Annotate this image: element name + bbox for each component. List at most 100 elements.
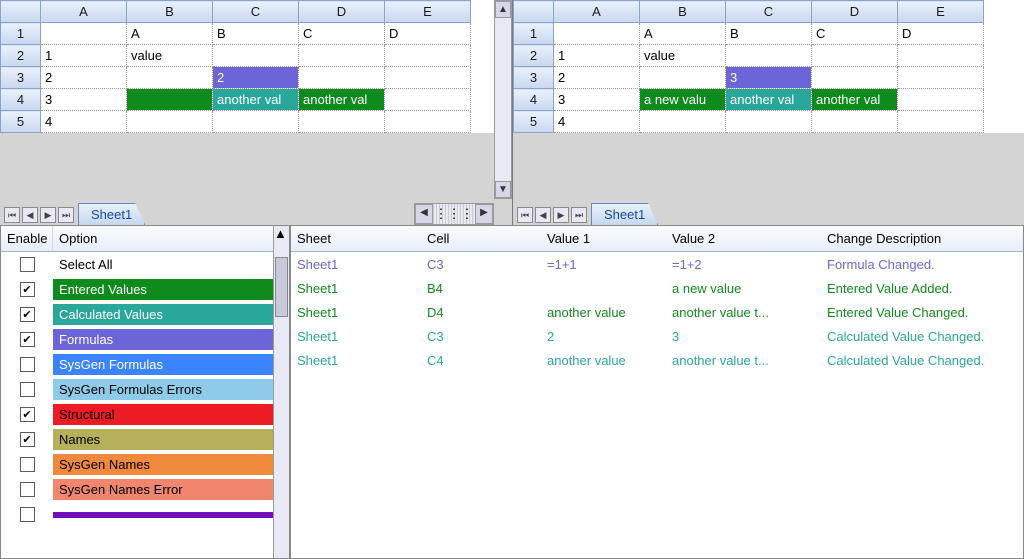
row-head[interactable]: 3 — [1, 67, 41, 89]
col-head-a[interactable]: A — [554, 1, 640, 23]
row-head[interactable]: 5 — [1, 111, 41, 133]
row-head[interactable]: 5 — [514, 111, 554, 133]
option-row[interactable]: SysGen Formulas — [1, 352, 289, 377]
cell[interactable]: A — [640, 23, 726, 45]
cell[interactable] — [726, 111, 812, 133]
cell[interactable] — [299, 111, 385, 133]
option-checkbox[interactable] — [20, 482, 35, 497]
scroll-left-icon[interactable]: ◀ — [415, 204, 433, 224]
cell[interactable] — [898, 67, 984, 89]
col-head-a[interactable]: A — [41, 1, 127, 23]
cell[interactable] — [127, 89, 213, 111]
cell[interactable] — [127, 67, 213, 89]
corner[interactable] — [1, 1, 41, 23]
left-grid[interactable]: A B C D E 1 A B C D 2 1 value — [0, 0, 512, 133]
cell[interactable]: 3 — [554, 89, 640, 111]
cell[interactable] — [898, 45, 984, 67]
option-checkbox[interactable] — [20, 457, 35, 472]
cell[interactable] — [554, 23, 640, 45]
cell[interactable]: B — [213, 23, 299, 45]
scroll-thumb[interactable] — [275, 257, 288, 317]
cell[interactable] — [213, 45, 299, 67]
option-checkbox[interactable]: ✔ — [20, 307, 35, 322]
cell[interactable]: value — [640, 45, 726, 67]
col-value1[interactable]: Value 1 — [541, 226, 666, 251]
sheet-tab[interactable]: Sheet1 — [591, 203, 658, 225]
cell[interactable]: another val — [213, 89, 299, 111]
cell[interactable] — [726, 45, 812, 67]
row-head[interactable]: 3 — [514, 67, 554, 89]
cell[interactable]: 4 — [554, 111, 640, 133]
scroll-right-icon[interactable]: ▶ — [475, 204, 493, 224]
change-row[interactable]: Sheet1B4a new valueEntered Value Added. — [291, 276, 1023, 300]
option-row[interactable]: Select All — [1, 252, 289, 277]
change-row[interactable]: Sheet1C4another valueanother value t...C… — [291, 348, 1023, 372]
row-head[interactable]: 2 — [1, 45, 41, 67]
change-row[interactable]: Sheet1D4another valueanother value t...E… — [291, 300, 1023, 324]
col-head-b[interactable]: B — [127, 1, 213, 23]
cell[interactable]: 3 — [726, 67, 812, 89]
cell[interactable]: A — [127, 23, 213, 45]
cell[interactable]: another val — [299, 89, 385, 111]
cell[interactable]: 2 — [41, 67, 127, 89]
option-checkbox[interactable]: ✔ — [20, 332, 35, 347]
first-sheet-button[interactable]: ⏮ — [4, 207, 20, 223]
cell[interactable]: 4 — [41, 111, 127, 133]
scroll-track[interactable]: ⋮⋮⋮ — [433, 204, 475, 224]
cell[interactable] — [812, 45, 898, 67]
cell[interactable]: C — [812, 23, 898, 45]
cell[interactable]: 1 — [554, 45, 640, 67]
option-row[interactable]: ✔Structural — [1, 402, 289, 427]
cell[interactable] — [640, 111, 726, 133]
change-row[interactable]: Sheet1C3=1+1=1+2Formula Changed. — [291, 252, 1023, 276]
option-row[interactable]: SysGen Names — [1, 452, 289, 477]
cell[interactable] — [385, 111, 471, 133]
prev-sheet-button[interactable]: ◀ — [22, 207, 38, 223]
row-head[interactable]: 1 — [1, 23, 41, 45]
cell[interactable]: 3 — [41, 89, 127, 111]
col-head-c[interactable]: C — [213, 1, 299, 23]
cell[interactable] — [898, 111, 984, 133]
row-head[interactable]: 2 — [514, 45, 554, 67]
last-sheet-button[interactable]: ⏭ — [58, 207, 74, 223]
cell[interactable] — [385, 67, 471, 89]
horizontal-scrollbar[interactable]: ◀ ⋮⋮⋮ ▶ — [414, 203, 494, 225]
row-head[interactable]: 1 — [514, 23, 554, 45]
scroll-up-icon[interactable]: ▲ — [495, 1, 511, 18]
cell[interactable] — [127, 111, 213, 133]
cell[interactable] — [299, 45, 385, 67]
last-sheet-button[interactable]: ⏭ — [571, 207, 587, 223]
option-row[interactable]: ✔Formulas — [1, 327, 289, 352]
cell[interactable]: C — [299, 23, 385, 45]
col-head-d[interactable]: D — [299, 1, 385, 23]
options-scrollbar[interactable]: ▲ — [273, 226, 289, 558]
cell[interactable] — [385, 89, 471, 111]
col-desc[interactable]: Change Description — [821, 226, 1023, 251]
corner[interactable] — [514, 1, 554, 23]
next-sheet-button[interactable]: ▶ — [553, 207, 569, 223]
cell[interactable] — [299, 67, 385, 89]
option-row[interactable]: ✔Entered Values — [1, 277, 289, 302]
option-row[interactable]: SysGen Names Error — [1, 477, 289, 502]
col-value2[interactable]: Value 2 — [666, 226, 821, 251]
row-head[interactable]: 4 — [514, 89, 554, 111]
vertical-scrollbar[interactable]: ▲ ▼ — [494, 0, 512, 199]
col-sheet[interactable]: Sheet — [291, 226, 421, 251]
option-checkbox[interactable] — [20, 257, 35, 272]
option-checkbox[interactable] — [20, 357, 35, 372]
col-head-e[interactable]: E — [385, 1, 471, 23]
cell[interactable]: 1 — [41, 45, 127, 67]
cell[interactable]: another val — [812, 89, 898, 111]
options-col-option[interactable]: Option — [53, 226, 289, 251]
option-checkbox[interactable]: ✔ — [20, 407, 35, 422]
cell[interactable]: value — [127, 45, 213, 67]
cell[interactable]: a new valu — [640, 89, 726, 111]
next-sheet-button[interactable]: ▶ — [40, 207, 56, 223]
cell[interactable] — [898, 89, 984, 111]
option-checkbox[interactable] — [20, 382, 35, 397]
option-row[interactable] — [1, 502, 289, 527]
cell[interactable]: 2 — [554, 67, 640, 89]
scroll-down-icon[interactable]: ▼ — [495, 181, 511, 198]
scroll-up-icon[interactable]: ▲ — [274, 226, 289, 241]
cell[interactable]: D — [385, 23, 471, 45]
